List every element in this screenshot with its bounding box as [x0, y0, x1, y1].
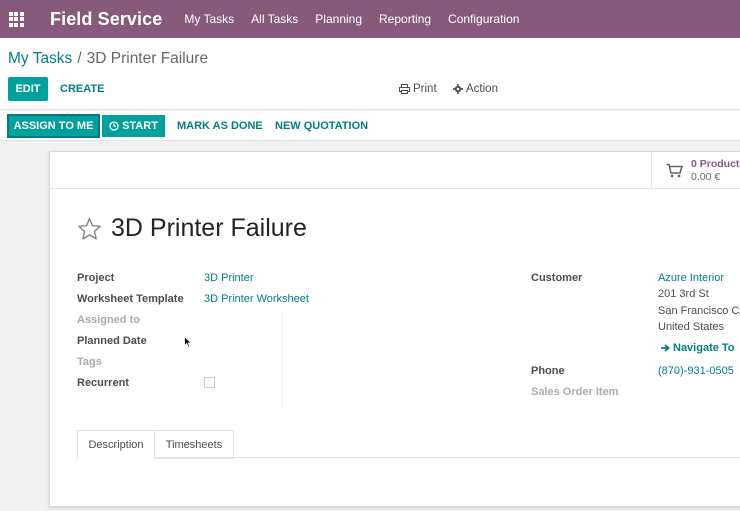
nav-my-tasks[interactable]: My Tasks: [184, 12, 234, 26]
form-sheet: 0 Products 0.00 € 3D Printer Failure Pro…: [49, 151, 740, 507]
worksheet-template-link[interactable]: 3D Printer Worksheet: [204, 293, 309, 305]
title-row: 3D Printer Failure: [77, 214, 307, 243]
breadcrumb: My Tasks /3D Printer Failure: [8, 50, 208, 68]
cart-icon: [666, 163, 683, 178]
mark-as-done-button[interactable]: MARK AS DONE: [177, 120, 263, 132]
task-title[interactable]: 3D Printer Failure: [111, 214, 307, 243]
new-quotation-button[interactable]: NEW QUOTATION: [275, 120, 368, 132]
products-smart-button[interactable]: 0 Products 0.00 €: [651, 152, 740, 189]
nav-configuration[interactable]: Configuration: [448, 12, 519, 26]
worksheet-template-label: Worksheet Template: [77, 293, 184, 305]
customer-address-city: San Francisco CA: [658, 305, 740, 317]
print-icon: [399, 84, 410, 94]
field-divider: [282, 310, 283, 410]
print-label: Print: [413, 83, 437, 95]
customer-link[interactable]: Azure Interior: [658, 272, 724, 284]
nav-all-tasks[interactable]: All Tasks: [251, 12, 298, 26]
navigate-to-button[interactable]: Navigate To: [660, 342, 735, 354]
sales-order-item-label: Sales Order Item: [531, 386, 619, 398]
tab-description[interactable]: Description: [77, 430, 155, 459]
nav-planning[interactable]: Planning: [315, 12, 362, 26]
planned-date-label: Planned Date: [77, 335, 147, 347]
assigned-to-label: Assigned to: [77, 314, 140, 326]
nav-reporting[interactable]: Reporting: [379, 12, 431, 26]
phone-label: Phone: [531, 365, 565, 377]
breadcrumb-current: 3D Printer Failure: [86, 50, 209, 67]
edit-button[interactable]: EDIT: [8, 77, 48, 101]
breadcrumb-separator: /: [77, 50, 82, 67]
products-count: 0 Products: [691, 157, 740, 170]
assign-to-me-button[interactable]: ASSIGN TO ME: [7, 114, 100, 138]
products-amount: 0.00 €: [691, 170, 721, 183]
top-navbar: Field Service My Tasks All Tasks Plannin…: [0, 0, 740, 38]
print-menu[interactable]: Print: [399, 83, 437, 95]
customer-address-country: United States: [658, 321, 725, 333]
star-icon[interactable]: [77, 217, 102, 241]
project-label: Project: [77, 272, 115, 284]
customer-label: Customer: [531, 272, 583, 284]
control-panel: My Tasks/3D Printer Failure EDIT CREATE …: [0, 38, 740, 110]
breadcrumb-parent-link[interactable]: My Tasks: [8, 50, 72, 67]
notebook-tabs: Description Timesheets: [77, 430, 740, 459]
phone-link[interactable]: (870)-931-0505: [658, 365, 734, 377]
app-brand[interactable]: Field Service: [50, 9, 162, 30]
customer-address-street: 201 3rd St: [658, 288, 709, 300]
mouse-cursor-icon: [184, 336, 192, 348]
arrow-right-icon: [661, 344, 670, 352]
start-button[interactable]: START: [102, 115, 165, 137]
button-box: 0 Products 0.00 €: [50, 152, 740, 189]
clock-icon: [109, 121, 119, 131]
navigate-to-label: Navigate To: [673, 342, 735, 354]
apps-menu-icon[interactable]: [0, 0, 32, 38]
start-label: START: [122, 120, 158, 132]
status-bar: ASSIGN TO ME START MARK AS DONE NEW QUOT…: [0, 111, 740, 141]
recurrent-checkbox[interactable]: [204, 377, 215, 388]
create-button[interactable]: CREATE: [60, 83, 104, 95]
action-label: Action: [466, 83, 498, 95]
gear-icon: [453, 84, 463, 94]
tab-timesheets[interactable]: Timesheets: [155, 430, 234, 459]
project-link[interactable]: 3D Printer: [204, 272, 254, 284]
action-menu[interactable]: Action: [453, 83, 498, 95]
tags-label: Tags: [77, 356, 102, 368]
recurrent-label: Recurrent: [77, 377, 129, 389]
